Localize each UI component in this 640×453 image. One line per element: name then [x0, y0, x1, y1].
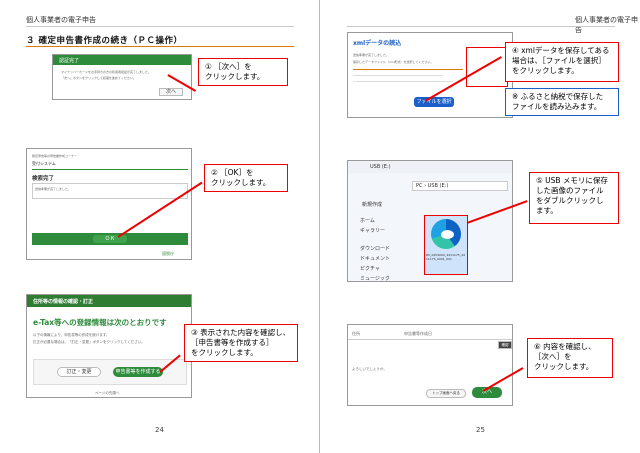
callout-step3: ③ 表示された内容を確認し、 ［申告書等を作成する］ をクリックします。: [184, 324, 298, 362]
confirm-button[interactable]: 確認: [498, 341, 512, 349]
next-button[interactable]: 次へ: [159, 88, 183, 96]
right-page: 個人事業者の電子申告 xmlデータの読込 送信準備が完了しました。 保存したデー…: [321, 0, 640, 453]
nav-documents[interactable]: ドキュメント: [360, 255, 390, 262]
header-rule: [26, 26, 294, 27]
edge-file-icon[interactable]: [431, 219, 461, 249]
screenshot-registered-info: 住所等の情報の確認・訂正 e-Tax等への登録情報は次のとおりです 以下の情報に…: [26, 294, 192, 398]
info-title: e-Tax等への登録情報は次のとおりです: [33, 318, 167, 327]
explorer-tab[interactable]: USB (E:): [370, 164, 391, 170]
bar-title: 住所等の情報の確認・訂正: [33, 299, 94, 305]
callout-step2: ② ［OK］を クリックします。: [204, 164, 288, 192]
ok-button[interactable]: ＯＫ: [93, 235, 127, 243]
file-name[interactable]: R5_0254000_4411175_4411175_0001_001: [426, 253, 466, 261]
page-number-right: 25: [476, 426, 485, 434]
callout-step1: ① ［次へ］を クリックします。: [198, 58, 288, 86]
nav-downloads[interactable]: ダウンロード: [360, 245, 390, 252]
search-title: 検索完了: [32, 176, 55, 182]
nav-music[interactable]: ミュージック: [360, 275, 390, 281]
col-date: 申告書等作成日: [404, 331, 432, 336]
auth-line2: 「次へ」ボタンをクリックして処理を進めてください。: [61, 76, 136, 80]
callout-step6: ⑥ 内容を確認し、 ［次へ］を クリックします。: [527, 338, 613, 378]
new-button[interactable]: 新規作成: [362, 201, 382, 208]
screenshot-file-explorer: USB (E:) 新規作成 PC › USB (E:) ホーム ギャラリー ダウ…: [347, 160, 513, 282]
back-to-top-button[interactable]: トップ画面へ戻る: [426, 389, 466, 398]
xml-title: xmlデータの読込: [353, 40, 402, 47]
col-address: 住所: [352, 331, 360, 336]
info-line1: 以下の情報により、申告書等の作成を続けます。: [33, 333, 110, 337]
nav-gallery[interactable]: ギャラリー: [360, 227, 385, 234]
note-furusato: ※ ふるさと納税で保存した ファイルを読み込みます。: [505, 88, 619, 116]
xml-line2: 保存したデータファイル（xml形式）を選択してください。: [353, 60, 434, 64]
auth-title: 認証完了: [59, 58, 80, 64]
callout-step4: ④ xmlデータを保存してある 場合は、［ファイルを選択］ をクリックします。: [505, 42, 619, 82]
nav-pictures[interactable]: ピクチャ: [360, 265, 380, 272]
left-page: 個人事業者の電子申告 ３ 確定申告書作成の続き（ＰＣ操作） 認証完了 マイナンバ…: [0, 0, 320, 453]
nav-home[interactable]: ホーム: [360, 217, 375, 224]
confirm-note: よろしいでしょうか。: [352, 367, 387, 371]
xml-line1: 送信準備が完了しました。: [353, 53, 390, 57]
info-line2: 訂正が必要な場合は、「訂正・変更」ボタンをクリックしてください。: [33, 340, 145, 344]
footer-logo: 国税庁: [162, 251, 174, 256]
callout-step5: ⑤ USB メモリに保存 した画像のファイル をダブルクリックし ます。: [529, 172, 619, 224]
address-bar[interactable]: PC › USB (E:): [416, 183, 448, 189]
crumb: 確定申告等の申告書作成コーナー: [32, 154, 78, 158]
page-header: 個人事業者の電子申告: [575, 16, 638, 34]
screenshot-xml-import: xmlデータの読込 送信準備が完了しました。 保存したデータファイル（xml形式…: [347, 32, 513, 118]
header-rule: [347, 26, 615, 27]
create-return-button[interactable]: 申告書等を作成する: [113, 367, 163, 377]
document-spread: 個人事業者の電子申告 ３ 確定申告書作成の続き（ＰＣ操作） 認証完了 マイナンバ…: [0, 0, 640, 453]
edit-button[interactable]: 訂正・変更: [57, 367, 101, 377]
system-name: 受付システム: [32, 161, 56, 166]
choose-file-button[interactable]: ファイルを選択: [414, 97, 454, 107]
search-line: 送信準備が完了しました。: [35, 187, 72, 191]
section-title: ３ 確定申告書作成の続き（ＰＣ操作）: [26, 36, 183, 46]
section-rule: [26, 46, 294, 47]
screenshot-confirm: 住所 申告書等作成日 確認 よろしいでしょうか。 トップ画面へ戻る 次へ: [347, 324, 513, 406]
page-header: 個人事業者の電子申告: [26, 16, 96, 24]
page-number-left: 24: [155, 426, 164, 434]
page-top-link[interactable]: ページの先頭へ: [95, 391, 119, 396]
auth-line1: マイナンバーカードをお手持ちの方の利用者認証が完了しました。: [61, 70, 151, 74]
